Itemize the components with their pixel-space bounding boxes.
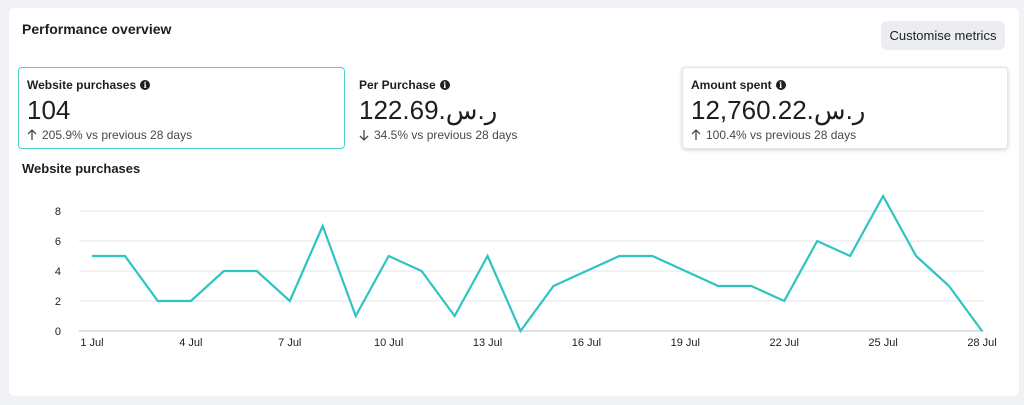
data-point[interactable]	[681, 267, 689, 275]
data-point[interactable]	[418, 267, 426, 275]
data-point[interactable]	[615, 252, 623, 260]
data-point[interactable]	[154, 297, 162, 305]
data-point[interactable]	[253, 267, 261, 275]
x-tick-label: 28 Jul	[967, 337, 996, 349]
x-tick-label: 19 Jul	[671, 337, 700, 349]
y-tick-label: 8	[55, 206, 61, 218]
x-tick-label: 22 Jul	[770, 337, 799, 349]
data-point[interactable]	[582, 267, 590, 275]
x-tick-label: 4 Jul	[179, 337, 202, 349]
data-point[interactable]	[714, 282, 722, 290]
x-tick-label: 7 Jul	[278, 337, 301, 349]
series-line-website-purchases	[92, 193, 983, 334]
y-tick-label: 2	[55, 296, 61, 308]
data-point[interactable]	[648, 252, 656, 260]
data-point[interactable]	[286, 297, 294, 305]
y-tick-label: 6	[55, 236, 61, 248]
data-point[interactable]	[484, 252, 492, 260]
data-point[interactable]	[220, 267, 228, 275]
x-tick-label: 25 Jul	[868, 337, 897, 349]
data-point[interactable]	[319, 222, 327, 230]
data-point[interactable]	[451, 312, 459, 320]
data-point[interactable]	[517, 327, 525, 335]
data-point[interactable]	[549, 282, 557, 290]
data-point[interactable]	[813, 237, 821, 245]
x-tick-label: 1 Jul	[80, 337, 103, 349]
x-tick-label: 10 Jul	[374, 337, 403, 349]
data-point[interactable]	[846, 252, 854, 260]
data-point[interactable]	[978, 327, 986, 335]
y-tick-label: 0	[55, 326, 61, 338]
x-tick-label: 13 Jul	[473, 337, 502, 349]
data-point[interactable]	[780, 297, 788, 305]
data-point[interactable]	[879, 192, 887, 200]
data-point[interactable]	[747, 282, 755, 290]
data-point[interactable]	[352, 312, 360, 320]
data-point[interactable]	[945, 282, 953, 290]
x-tick-label: 16 Jul	[572, 337, 601, 349]
data-point[interactable]	[187, 297, 195, 305]
data-point[interactable]	[88, 252, 96, 260]
y-tick-label: 4	[55, 266, 61, 278]
data-point[interactable]	[385, 252, 393, 260]
performance-overview-panel: Performance overview Customise metrics W…	[9, 8, 1019, 396]
website-purchases-chart[interactable]: 0 2 4 6 8 1 Jul 4 Jul 7 Jul 10 Jul 13 Jul 16 Jul 19…	[9, 8, 1019, 396]
data-point[interactable]	[912, 252, 920, 260]
data-point[interactable]	[121, 252, 129, 260]
